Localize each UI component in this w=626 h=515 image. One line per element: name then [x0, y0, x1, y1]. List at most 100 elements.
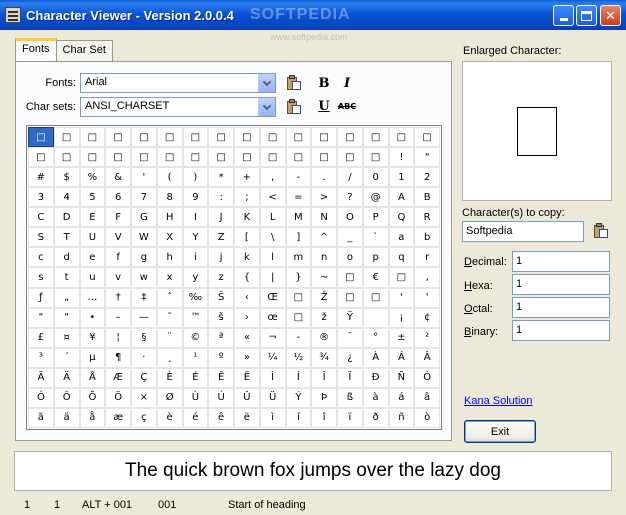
char-cell[interactable]: Ò	[414, 367, 440, 388]
char-cell[interactable]: ¦	[105, 327, 131, 348]
char-cell[interactable]: s	[28, 267, 54, 288]
char-cell[interactable]: (	[156, 167, 183, 188]
char-cell[interactable]: ]	[285, 227, 312, 248]
italic-button[interactable]: I	[339, 76, 355, 92]
char-cell[interactable]: '	[414, 287, 440, 308]
char-cell[interactable]: …	[79, 287, 106, 308]
char-cell[interactable]: |	[259, 267, 286, 288]
char-cell[interactable]: Î	[311, 367, 337, 388]
char-cell[interactable]: ä	[53, 407, 80, 428]
char-cell[interactable]: Þ	[311, 387, 337, 408]
char-cell[interactable]: º	[208, 347, 234, 368]
char-cell[interactable]: B	[414, 187, 440, 208]
char-cell[interactable]: ï	[337, 407, 363, 428]
char-cell[interactable]: w	[131, 267, 157, 288]
char-cell[interactable]: ·	[131, 347, 157, 368]
char-cell[interactable]: »	[234, 347, 260, 368]
copy-input[interactable]: Softpedia	[462, 221, 584, 242]
char-cell[interactable]: ©	[182, 327, 209, 348]
char-cell[interactable]: P	[362, 207, 389, 228]
char-cell[interactable]: 4	[53, 187, 80, 208]
char-cell[interactable]: c	[28, 247, 54, 268]
char-cell[interactable]: ¬	[259, 327, 286, 348]
char-cell[interactable]: —	[131, 307, 157, 328]
char-cell[interactable]: G	[131, 207, 157, 228]
char-cell[interactable]: 5	[79, 187, 106, 208]
char-cell[interactable]: □	[259, 127, 286, 148]
char-cell[interactable]: +	[234, 167, 260, 188]
char-cell[interactable]: •	[79, 307, 106, 328]
char-cell[interactable]: 8	[156, 187, 183, 208]
char-cell[interactable]: À	[362, 347, 389, 368]
char-cell[interactable]: à	[362, 387, 389, 408]
char-cell[interactable]: ^	[311, 227, 337, 248]
char-cell[interactable]: ¤	[53, 327, 80, 348]
char-cell[interactable]: œ	[259, 307, 286, 328]
char-cell[interactable]	[362, 307, 389, 328]
char-cell[interactable]: □	[337, 127, 363, 148]
char-cell[interactable]: Ó	[28, 387, 54, 408]
char-cell[interactable]: î	[311, 407, 337, 428]
char-cell[interactable]: >	[311, 187, 337, 208]
char-cell[interactable]: l	[259, 247, 286, 268]
char-cell[interactable]: R	[414, 207, 440, 228]
char-cell[interactable]: n	[311, 247, 337, 268]
char-cell[interactable]: □	[79, 127, 106, 148]
paste-charset-icon[interactable]	[286, 99, 302, 115]
char-cell[interactable]: â	[414, 387, 440, 408]
char-cell[interactable]: Ê	[208, 367, 234, 388]
char-cell[interactable]: ½	[285, 347, 312, 368]
char-cell[interactable]: Š	[208, 287, 234, 308]
char-cell[interactable]: □	[337, 287, 363, 308]
char-cell[interactable]: Ä	[53, 367, 80, 388]
char-cell[interactable]: 9	[182, 187, 209, 208]
char-cell[interactable]: €	[362, 267, 389, 288]
char-cell[interactable]: o	[337, 247, 363, 268]
char-cell[interactable]: Ø	[156, 387, 183, 408]
charsets-combo[interactable]: ANSI_CHARSET	[80, 97, 276, 117]
char-cell[interactable]: □	[208, 147, 234, 168]
char-cell[interactable]: ¿	[337, 347, 363, 368]
char-cell[interactable]: §	[131, 327, 157, 348]
char-cell[interactable]: ;	[234, 187, 260, 208]
fonts-dropdown-button[interactable]	[258, 74, 275, 92]
char-cell[interactable]: /	[337, 167, 363, 188]
char-cell[interactable]: Ë	[234, 367, 260, 388]
char-cell[interactable]: □	[79, 147, 106, 168]
char-cell[interactable]: Ñ	[388, 367, 415, 388]
char-cell[interactable]: □	[285, 287, 312, 308]
close-button[interactable]: ✕	[600, 5, 621, 26]
char-cell[interactable]: ¢	[414, 307, 440, 328]
char-cell[interactable]: □	[156, 147, 183, 168]
char-cell[interactable]: ˜	[156, 307, 183, 328]
underline-button[interactable]: U	[316, 99, 332, 115]
char-cell[interactable]: ˆ	[156, 287, 183, 308]
char-cell[interactable]: 1	[388, 167, 415, 188]
char-cell[interactable]: Ž	[311, 287, 337, 308]
char-cell[interactable]: x	[156, 267, 183, 288]
tab-fonts[interactable]: Fonts	[15, 38, 57, 61]
char-cell[interactable]: ž	[311, 307, 337, 328]
char-cell[interactable]: #	[28, 167, 54, 188]
char-cell[interactable]: E	[79, 207, 106, 228]
char-cell[interactable]: ,	[259, 167, 286, 188]
char-cell[interactable]: !	[388, 147, 415, 168]
char-cell[interactable]: Ã	[28, 367, 54, 388]
char-cell[interactable]: ç	[131, 407, 157, 428]
char-cell[interactable]: Û	[234, 387, 260, 408]
char-cell[interactable]: ñ	[388, 407, 415, 428]
char-cell[interactable]: å	[79, 407, 106, 428]
char-cell[interactable]: «	[234, 327, 260, 348]
char-cell[interactable]: .	[311, 167, 337, 188]
char-cell[interactable]: □	[259, 147, 286, 168]
char-cell[interactable]: q	[388, 247, 415, 268]
char-cell[interactable]: '	[388, 287, 415, 308]
char-cell[interactable]: ¼	[259, 347, 286, 368]
char-cell[interactable]: b	[414, 227, 440, 248]
char-cell[interactable]: Õ	[79, 387, 106, 408]
char-cell[interactable]: □	[311, 127, 337, 148]
char-cell[interactable]: 2	[414, 167, 440, 188]
char-cell[interactable]: 0	[362, 167, 389, 188]
char-cell[interactable]: S	[28, 227, 54, 248]
char-cell[interactable]: š	[208, 307, 234, 328]
